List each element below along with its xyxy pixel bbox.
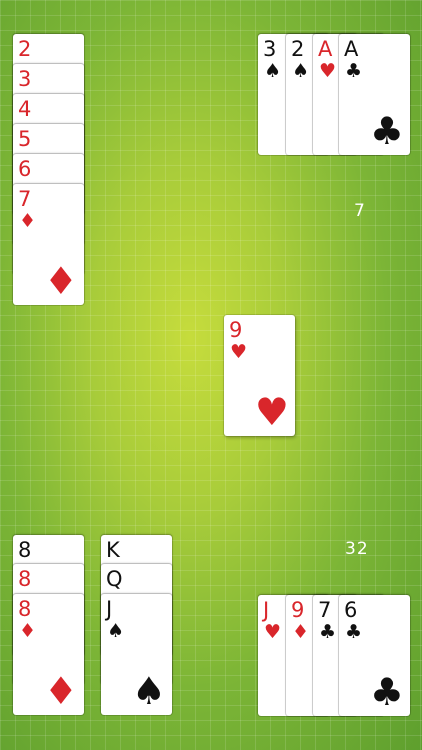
heart-suit-icon: ♥ [254,390,289,434]
card-rank: 4 [18,97,31,121]
diamond-suit-icon: ♦ [43,259,78,303]
card-rank: A [344,37,358,61]
club-suit-icon: ♣ [369,670,404,714]
card-rank: 6 [18,157,31,181]
card-rank: 8 [18,567,31,591]
card-rank: 9 [229,318,242,342]
spade-suit-icon: ♠ [292,60,310,82]
center-card-9-hearts[interactable]: 9 ♥ ♥ [224,315,295,436]
card-rank: 3 [263,37,276,61]
card-rank: 9 [291,598,304,622]
diamond-suit-icon: ♦ [43,669,78,713]
card-rank: 2 [291,37,304,61]
club-suit-icon: ♣ [369,109,404,153]
club-suit-icon: ♣ [345,60,363,82]
card-rank: J [263,598,269,622]
opponent-score: 7 [354,201,366,221]
card-7-diamonds[interactable]: 7 ♦ ♦ [13,184,84,305]
card-rank: 8 [18,597,31,621]
card-rank: 8 [18,538,31,562]
card-rank: J [106,597,112,621]
spade-suit-icon: ♠ [264,60,282,82]
card-8-diamonds[interactable]: 8 ♦ ♦ [13,594,84,715]
card-rank: 5 [18,127,31,151]
card-6-clubs[interactable]: 6 ♣ ♣ [339,595,410,716]
club-suit-icon: ♣ [319,621,337,643]
player-score: 32 [345,539,369,559]
card-rank: A [318,37,332,61]
club-suit-icon: ♣ [345,621,363,643]
card-rank: 3 [18,67,31,91]
spade-suit-icon: ♠ [107,620,125,642]
card-rank: Q [106,567,123,591]
heart-suit-icon: ♥ [230,341,248,363]
diamond-suit-icon: ♦ [19,620,37,642]
card-jack-spades[interactable]: J ♠ ♠ [101,594,172,715]
spade-suit-icon: ♠ [131,669,166,713]
card-rank: 6 [344,598,357,622]
diamond-suit-icon: ♦ [292,621,310,643]
card-rank: K [106,538,120,562]
card-rank: 7 [318,598,331,622]
card-rank: 7 [18,187,31,211]
heart-suit-icon: ♥ [264,621,282,643]
heart-suit-icon: ♥ [319,60,337,82]
diamond-suit-icon: ♦ [19,210,37,232]
card-ace-clubs[interactable]: A ♣ ♣ [339,34,410,155]
card-rank: 2 [18,37,31,61]
